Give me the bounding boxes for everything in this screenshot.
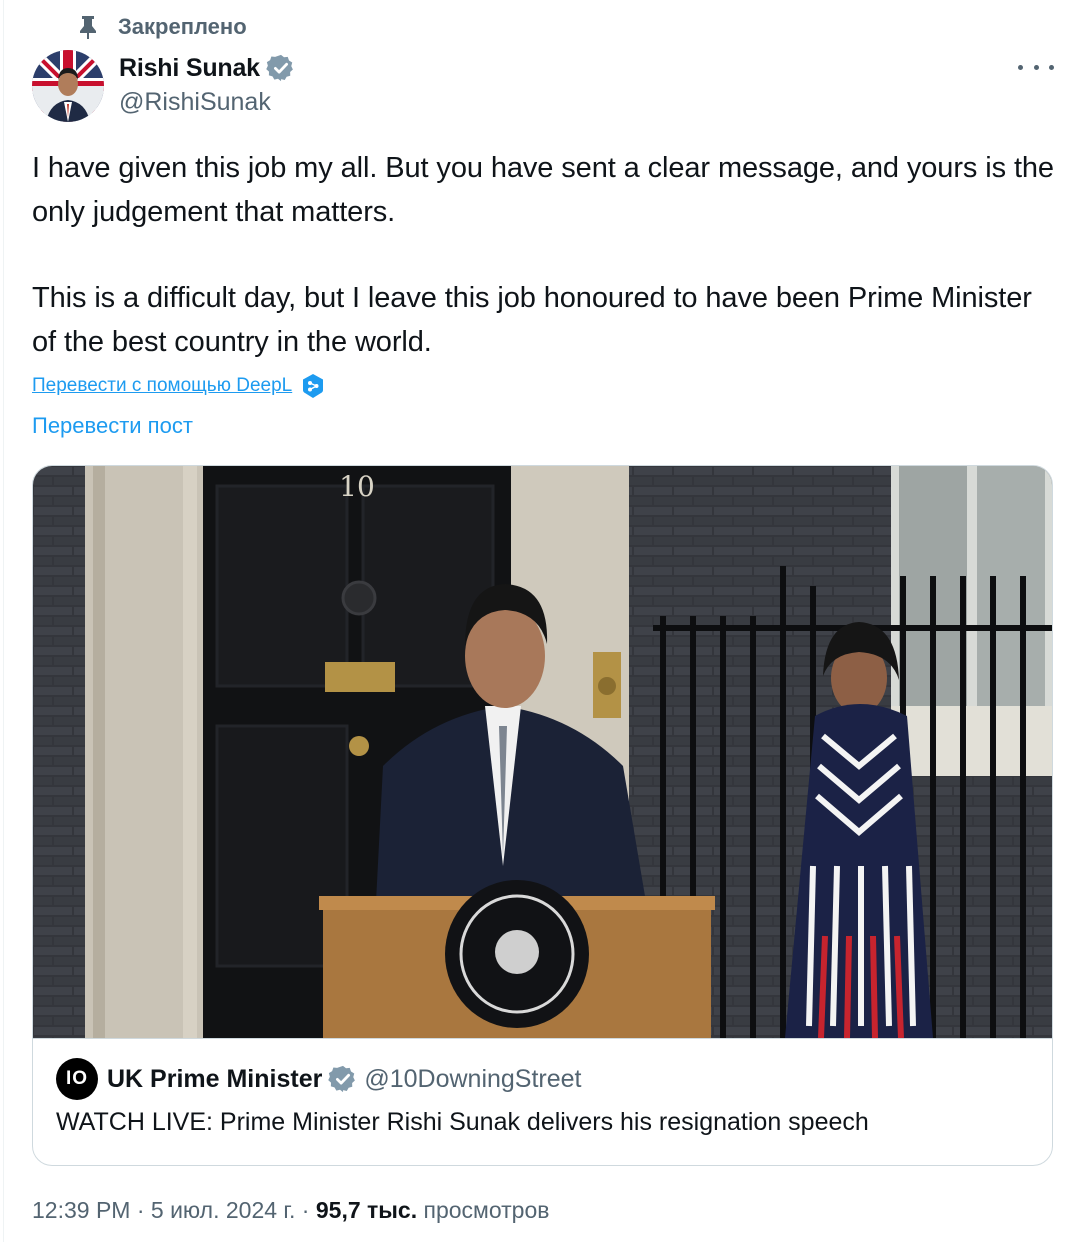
source-handle[interactable]: @10DowningStreet (364, 1065, 581, 1094)
door-number: 10 (339, 470, 375, 503)
deepl-translate-link[interactable]: Перевести с помощью DeepL (32, 375, 292, 397)
deepl-icon[interactable] (301, 373, 325, 399)
deepl-translate-row: Перевести с помощью DeepL (32, 372, 325, 400)
tweet-text: I have given this job my all. But you ha… (32, 146, 1062, 364)
source-verified-badge-icon (328, 1064, 358, 1094)
card-divider (33, 1038, 1052, 1039)
more-horizontal-icon (1018, 64, 1023, 70)
tweet-paragraph: I have given this job my all. But you ha… (32, 152, 1054, 228)
more-options-button[interactable] (1018, 52, 1054, 82)
card-title[interactable]: WATCH LIVE: Prime Minister Rishi Sunak d… (56, 1108, 869, 1137)
tweet-date[interactable]: 5 июл. 2024 г. (151, 1197, 296, 1223)
card-source-row: IO UK Prime Minister @10DowningStreet (56, 1058, 582, 1100)
views-count: 95,7 тыс. (315, 1197, 418, 1223)
translate-post-link[interactable]: Перевести пост (32, 413, 193, 439)
tweet-meta: 12:39 PM · 5 июл. 2024 г. · 95,7 тыс. пр… (32, 1197, 550, 1224)
meta-separator: · (130, 1197, 151, 1223)
avatar[interactable] (32, 50, 104, 122)
verified-badge-icon[interactable] (266, 53, 296, 83)
pinned-label: Закреплено (118, 14, 247, 39)
more-dot (1033, 64, 1039, 70)
source-avatar[interactable]: IO (56, 1058, 98, 1100)
pinned-indicator: Закреплено (76, 12, 247, 42)
tweet-paragraph: This is a difficult day, but I leave thi… (32, 282, 1032, 358)
link-preview-image[interactable]: 10 (33, 466, 1052, 1039)
meta-separator: · (295, 1197, 316, 1223)
author-handle[interactable]: @RishiSunak (119, 88, 271, 117)
author-name-row: Rishi Sunak (119, 51, 296, 85)
views-label: просмотров (417, 1197, 550, 1223)
author-name[interactable]: Rishi Sunak (119, 54, 260, 83)
more-dot (1049, 64, 1054, 70)
pin-icon (76, 14, 100, 40)
timeline-border (3, 0, 4, 1242)
link-preview-card[interactable]: 10 IO UK Prime Minister @10DowningStreet… (32, 465, 1053, 1166)
source-name[interactable]: UK Prime Minister (107, 1065, 322, 1094)
tweet-time[interactable]: 12:39 PM (32, 1197, 130, 1223)
